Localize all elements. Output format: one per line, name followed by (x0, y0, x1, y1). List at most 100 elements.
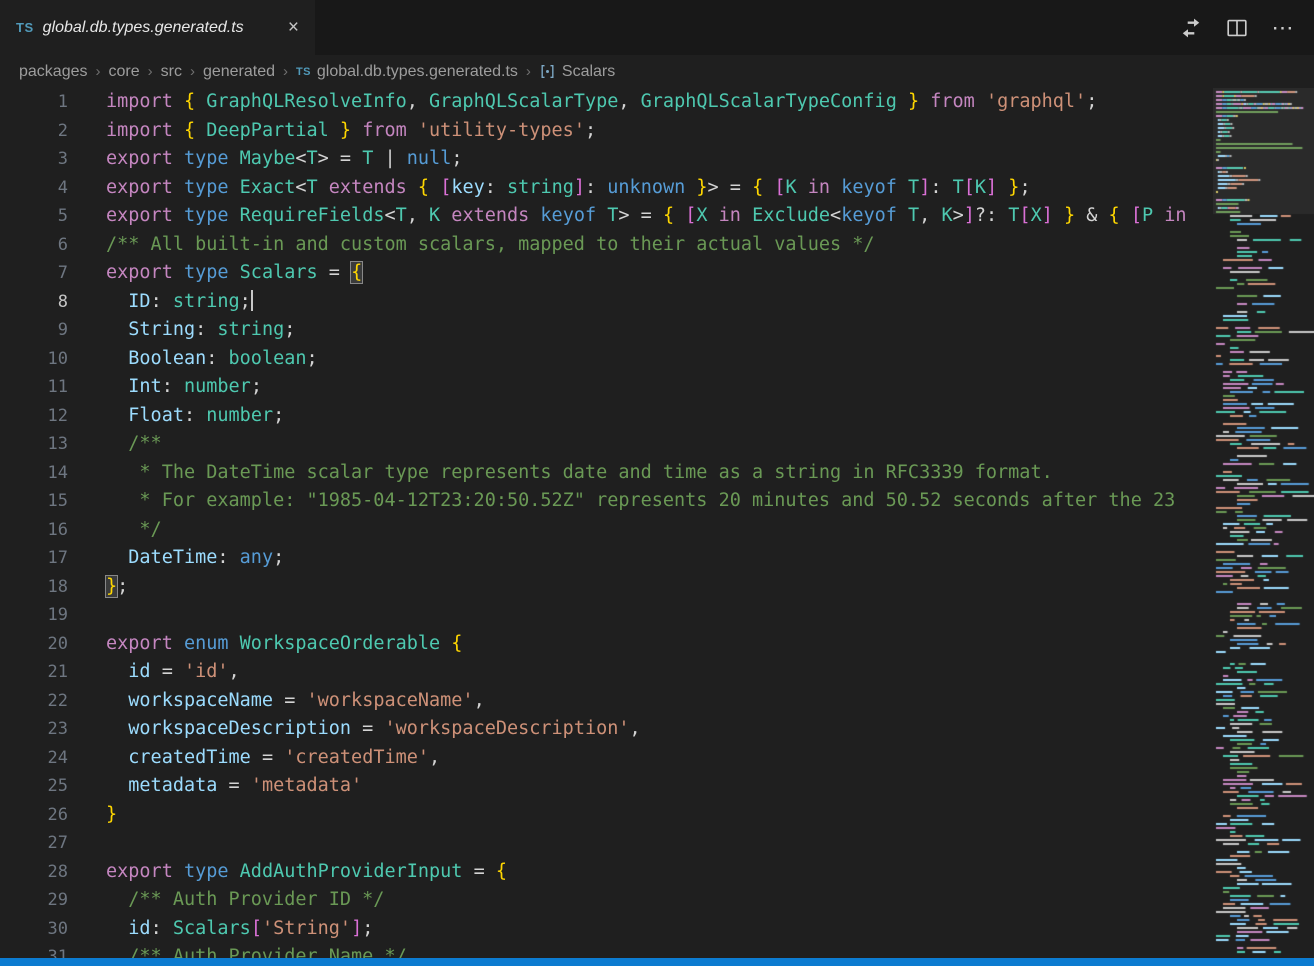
line-number[interactable]: 28 (0, 858, 68, 887)
breadcrumb-item-symbol[interactable]: Scalars (539, 63, 615, 81)
code-line-5[interactable]: 5export type RequireFields<T, K extends … (0, 202, 1213, 231)
code-token: ] (986, 177, 997, 198)
line-number[interactable]: 9 (0, 316, 68, 345)
code-token: T (307, 148, 318, 169)
line-number[interactable]: 6 (0, 231, 68, 260)
line-number[interactable]: 26 (0, 801, 68, 830)
tab-global-db-types-generated[interactable]: TS global.db.types.generated.ts × (0, 0, 316, 55)
code-line-3[interactable]: 3export type Maybe<T> = T | null; (0, 145, 1213, 174)
code-token: Exclude (752, 205, 830, 226)
line-number[interactable]: 1 (0, 88, 68, 117)
split-editor-icon[interactable] (1224, 15, 1250, 41)
code-token: import (106, 91, 184, 112)
breadcrumb-item-packages[interactable]: packages (19, 63, 88, 81)
line-number[interactable]: 17 (0, 544, 68, 573)
line-number[interactable]: 3 (0, 145, 68, 174)
code-token: export (106, 861, 184, 882)
line-number[interactable]: 29 (0, 886, 68, 915)
code-editor[interactable]: 1import { GraphQLResolveInfo, GraphQLSca… (0, 88, 1213, 958)
code-token: T (908, 205, 919, 226)
line-number[interactable]: 4 (0, 174, 68, 203)
line-number[interactable]: 12 (0, 402, 68, 431)
line-number[interactable]: 22 (0, 687, 68, 716)
code-line-12[interactable]: 12 Float: number; (0, 402, 1213, 431)
code-token: [ (964, 177, 975, 198)
code-line-1[interactable]: 1import { GraphQLResolveInfo, GraphQLSca… (0, 88, 1213, 117)
breadcrumb-item-core[interactable]: core (109, 63, 140, 81)
line-number[interactable]: 20 (0, 630, 68, 659)
code-line-21[interactable]: 21 id = 'id', (0, 658, 1213, 687)
code-token: { (451, 633, 462, 654)
breadcrumb-separator: › (148, 63, 153, 80)
code-token: Exact (240, 177, 296, 198)
line-number[interactable]: 8 (0, 288, 68, 317)
code-line-27[interactable]: 27 (0, 829, 1213, 858)
line-number[interactable]: 2 (0, 117, 68, 146)
code-line-13[interactable]: 13 /** (0, 430, 1213, 459)
code-line-7[interactable]: 7export type Scalars = { (0, 259, 1213, 288)
line-number[interactable]: 24 (0, 744, 68, 773)
code-line-18[interactable]: 18}; (0, 573, 1213, 602)
code-line-22[interactable]: 22 workspaceName = 'workspaceName', (0, 687, 1213, 716)
code-token: : (195, 319, 217, 340)
line-number[interactable]: 11 (0, 373, 68, 402)
code-line-15[interactable]: 15 * For example: "1985-04-12T23:20:50.5… (0, 487, 1213, 516)
code-line-2[interactable]: 2import { DeepPartial } from 'utility-ty… (0, 117, 1213, 146)
line-number[interactable]: 25 (0, 772, 68, 801)
line-number[interactable]: 10 (0, 345, 68, 374)
code-line-30[interactable]: 30 id: Scalars['String']; (0, 915, 1213, 944)
code-line-content: /** Auth Provider Name */ (106, 943, 407, 958)
code-line-11[interactable]: 11 Int: number; (0, 373, 1213, 402)
code-token (106, 918, 128, 939)
code-token: } (997, 177, 1019, 198)
code-line-14[interactable]: 14 * The DateTime scalar type represents… (0, 459, 1213, 488)
more-actions-icon[interactable]: ⋯ (1270, 15, 1296, 41)
minimap[interactable] (1213, 88, 1314, 958)
code-line-8[interactable]: 8 ID: string; (0, 288, 1213, 317)
code-token: = (151, 661, 184, 682)
code-line-20[interactable]: 20export enum WorkspaceOrderable { (0, 630, 1213, 659)
breadcrumb-item-file[interactable]: TS global.db.types.generated.ts (296, 63, 518, 81)
code-token: string (217, 319, 284, 340)
code-line-29[interactable]: 29 /** Auth Provider ID */ (0, 886, 1213, 915)
code-token (440, 633, 451, 654)
code-line-31[interactable]: 31 /** Auth Provider Name */ (0, 943, 1213, 958)
line-number[interactable]: 18 (0, 573, 68, 602)
code-line-9[interactable]: 9 String: string; (0, 316, 1213, 345)
line-number[interactable]: 13 (0, 430, 68, 459)
code-line-19[interactable]: 19 (0, 601, 1213, 630)
code-line-23[interactable]: 23 workspaceDescription = 'workspaceDesc… (0, 715, 1213, 744)
breadcrumb-item-src[interactable]: src (161, 63, 182, 81)
code-line-16[interactable]: 16 */ (0, 516, 1213, 545)
code-line-25[interactable]: 25 metadata = 'metadata' (0, 772, 1213, 801)
code-line-28[interactable]: 28export type AddAuthProviderInput = { (0, 858, 1213, 887)
line-number[interactable]: 5 (0, 202, 68, 231)
status-bar[interactable] (0, 958, 1314, 966)
code-token: : (930, 177, 952, 198)
code-token: ; (251, 376, 262, 397)
open-changes-icon[interactable] (1178, 15, 1204, 41)
close-tab-icon[interactable]: × (284, 17, 303, 38)
line-number[interactable]: 30 (0, 915, 68, 944)
code-line-4[interactable]: 4export type Exact<T extends { [key: str… (0, 174, 1213, 203)
line-number[interactable]: 15 (0, 487, 68, 516)
code-token: , (229, 661, 240, 682)
code-token: } (106, 804, 117, 825)
line-number[interactable]: 23 (0, 715, 68, 744)
line-number[interactable]: 21 (0, 658, 68, 687)
code-line-17[interactable]: 17 DateTime: any; (0, 544, 1213, 573)
code-line-24[interactable]: 24 createdTime = 'createdTime', (0, 744, 1213, 773)
line-number[interactable]: 16 (0, 516, 68, 545)
line-number[interactable]: 31 (0, 943, 68, 958)
line-number[interactable]: 19 (0, 601, 68, 630)
code-token: GraphQLResolveInfo (206, 91, 406, 112)
line-number[interactable]: 7 (0, 259, 68, 288)
code-line-26[interactable]: 26} (0, 801, 1213, 830)
code-lines: 1import { GraphQLResolveInfo, GraphQLSca… (0, 88, 1213, 958)
code-token: ; (307, 348, 318, 369)
breadcrumb-item-generated[interactable]: generated (203, 63, 275, 81)
line-number[interactable]: 14 (0, 459, 68, 488)
line-number[interactable]: 27 (0, 829, 68, 858)
code-line-10[interactable]: 10 Boolean: boolean; (0, 345, 1213, 374)
code-line-6[interactable]: 6/** All built-in and custom scalars, ma… (0, 231, 1213, 260)
